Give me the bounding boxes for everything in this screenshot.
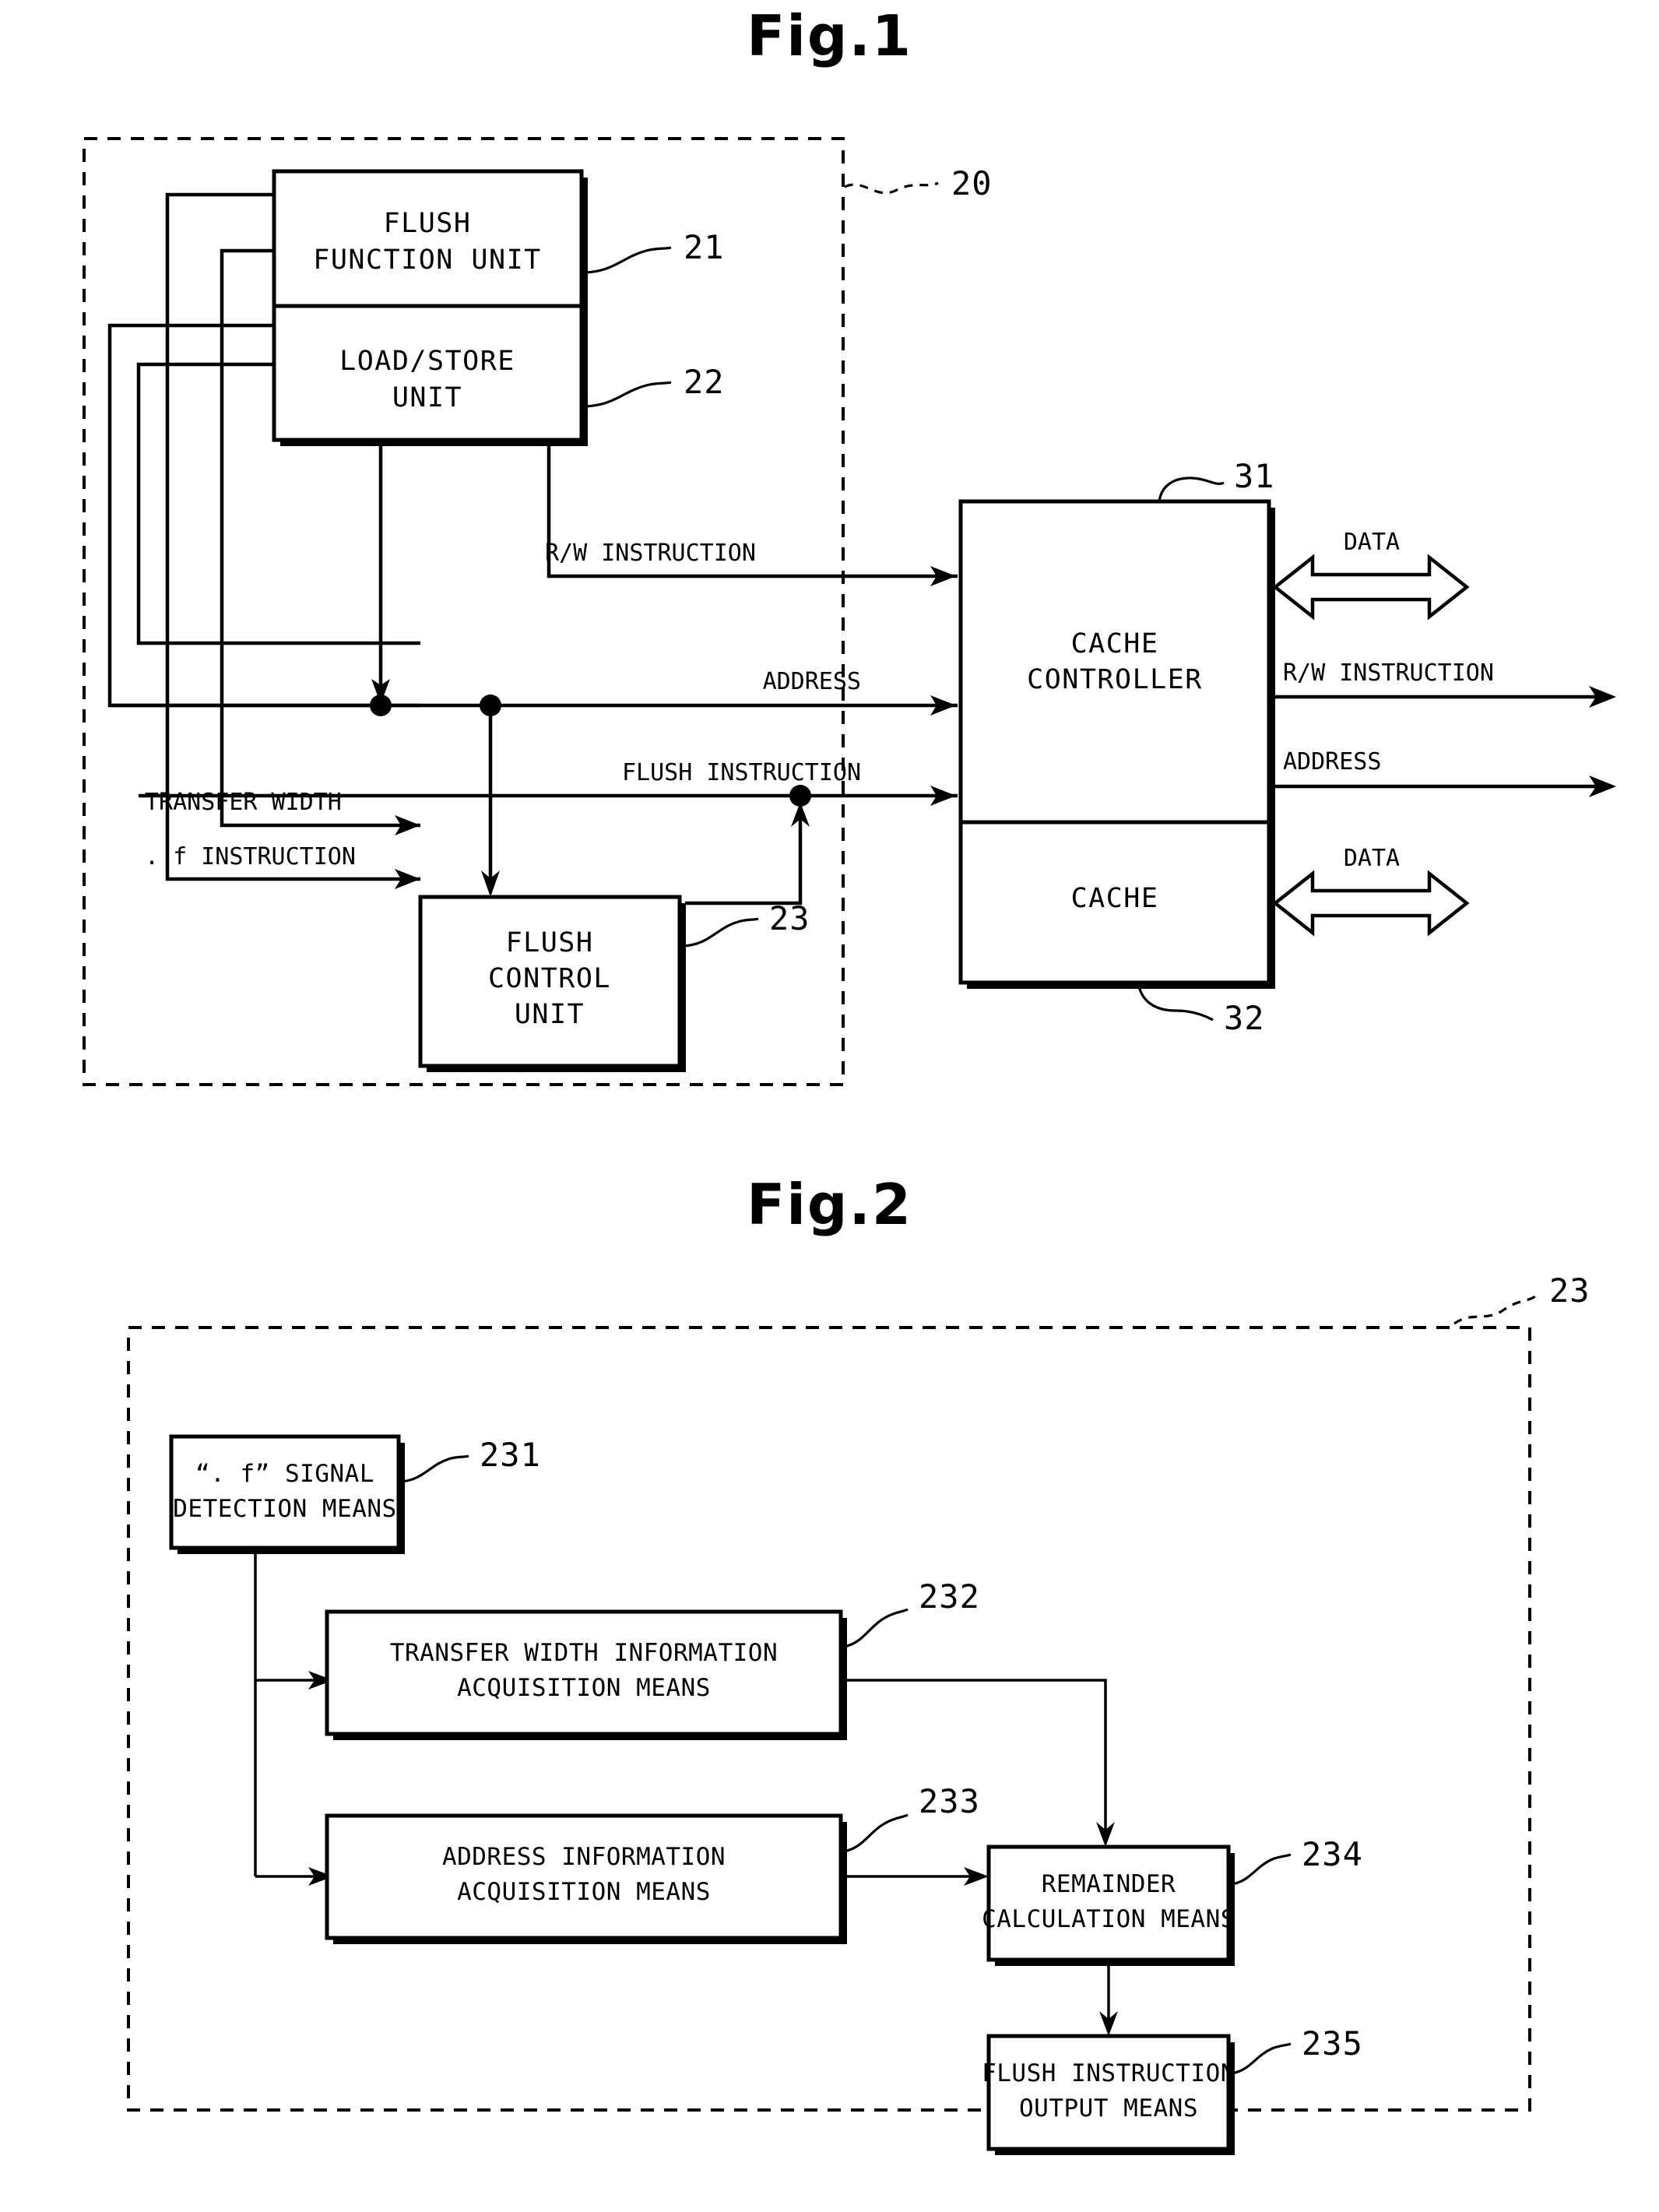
block-remainder-calculation-means[interactable] [986,1845,1231,1962]
data-bottom-arrow [1272,870,1470,937]
block-transfer-width-information-acquisition-means[interactable] [325,1609,843,1736]
ref-numeral-23: 23 [769,899,810,937]
b234-label-line1: REMAINDER [1042,1870,1176,1898]
ref-numeral-21: 21 [684,228,725,266]
data-bottom-label: DATA [1344,845,1400,872]
wire-flush-control-output [685,810,803,906]
ref-numeral-233: 233 [919,1782,980,1820]
b233-label-line2: ACQUISITION MEANS [457,1878,711,1906]
ref-numeral-234: 234 [1302,1835,1363,1873]
ref-numeral-22: 22 [684,363,725,401]
ref-numeral-31: 31 [1234,457,1275,495]
b234-label-line2: CALCULATION MEANS [982,1905,1235,1933]
figure-2-diagram: 23 “. f” SIGNAL DETECTION MEANS 231 TRAN… [127,1271,1590,2155]
ref-numeral-235: 235 [1302,2024,1363,2063]
block-address-information-acquisition-means[interactable] [325,1813,843,1940]
leader-line-233 [843,1813,909,1853]
b235-label-line1: FLUSH INSTRUCTION [982,2059,1235,2087]
b233-label-line1: ADDRESS INFORMATION [442,1843,726,1871]
cache-label: CACHE [1071,883,1159,914]
leader-line-20 [844,181,939,195]
leader-line-234 [1231,1853,1292,1886]
flush-control-unit-label-line2: CONTROL [488,963,611,994]
leader-line-235 [1231,2042,1292,2075]
ref-numeral-20: 20 [951,164,993,202]
flush-control-unit-label-line1: FLUSH [506,927,594,958]
flush-function-unit-label-line2: FUNCTION UNIT [313,244,541,276]
data-top-label: DATA [1344,529,1400,556]
address-out-label: ADDRESS [1283,748,1381,775]
b235-label-line2: OUTPUT MEANS [1019,2094,1198,2122]
b232-label-line1: TRANSFER WIDTH INFORMATION [390,1639,778,1667]
rw-instruction-in-label: R/W INSTRUCTION [545,540,756,567]
junction-dot-address-1 [370,695,392,716]
leader-line-22 [585,381,672,408]
address-in-label: ADDRESS [763,668,861,695]
cache-controller-label-line1: CACHE [1071,628,1159,659]
leader-line-23 [683,917,759,948]
leader-line-23-fig2 [1453,1295,1536,1325]
load-store-unit-label-line2: UNIT [392,382,462,413]
ref-numeral-32: 32 [1224,999,1265,1037]
flush-function-unit-label-line1: FLUSH [384,208,472,239]
b231-label-line1: “. f” SIGNAL [195,1460,374,1488]
figure-2-title: Fig.2 [747,1172,912,1237]
b231-label-line2: DETECTION MEANS [173,1495,396,1523]
flush-instruction-in-label: FLUSH INSTRUCTION [622,759,861,786]
rw-instruction-out-label: R/W INSTRUCTION [1283,659,1494,687]
ref-numeral-231: 231 [480,1436,541,1474]
leader-line-232 [843,1608,909,1648]
ref-numeral-23-fig2: 23 [1549,1271,1590,1310]
transfer-width-label: TRANSFER WIDTH [145,789,342,816]
leader-line-31 [1158,477,1225,502]
leader-line-231 [401,1454,469,1483]
leader-line-21 [585,246,672,274]
b232-label-line2: ACQUISITION MEANS [457,1674,711,1702]
load-store-unit-label-line1: LOAD/STORE [339,346,515,377]
block-f-signal-detection-means[interactable] [169,1434,401,1550]
block-flush-instruction-output-means[interactable] [986,2034,1231,2151]
figure-1-diagram: 20 FLUSH FUNCTION UNIT LOAD/STORE UNIT 2… [83,137,1616,1086]
f-instruction-label: . f INSTRUCTION [145,843,356,870]
cache-controller-label-line2: CONTROLLER [1027,664,1203,695]
flush-control-unit-label-line3: UNIT [515,999,585,1030]
data-top-arrow [1272,554,1470,621]
ref-numeral-232: 232 [919,1577,980,1616]
